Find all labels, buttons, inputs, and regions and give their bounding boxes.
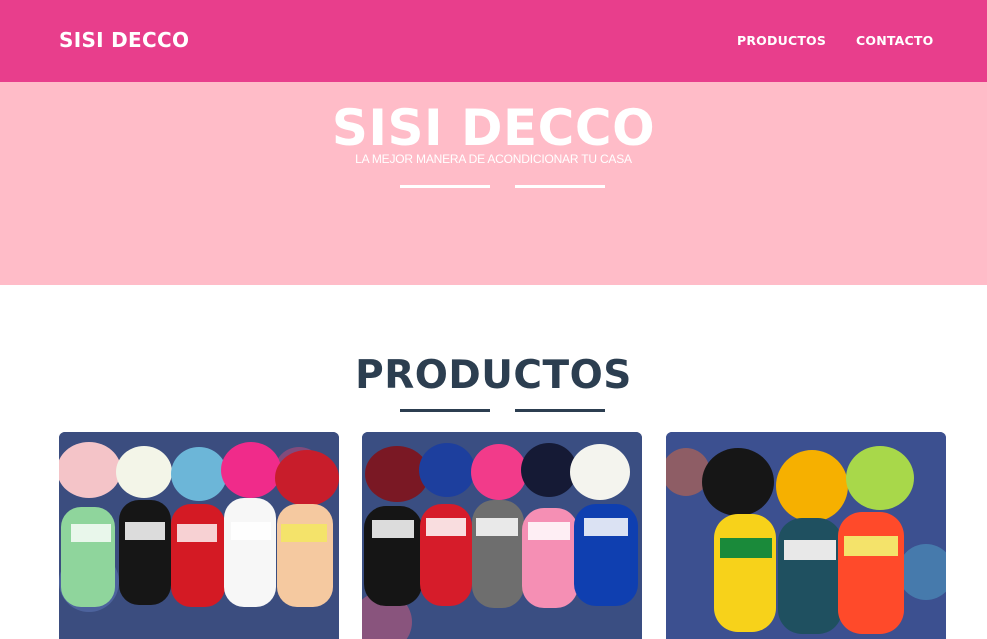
yarn-photo-1: [59, 432, 339, 639]
yarn-photo-2: [362, 432, 642, 639]
product-card-2[interactable]: [362, 432, 642, 639]
products-divider-right: [515, 409, 605, 412]
nav-link-contacto[interactable]: CONTACTO: [856, 33, 933, 48]
products-divider-left: [400, 409, 490, 412]
hero-banner: SISI DECCO LA MEJOR MANERA DE ACONDICION…: [0, 82, 987, 285]
product-card-3[interactable]: [666, 432, 946, 639]
hero-subtitle: LA MEJOR MANERA DE ACONDICIONAR TU CASA: [355, 152, 632, 166]
nav-link-productos[interactable]: PRODUCTOS: [737, 33, 826, 48]
navbar: SISI DECCO PRODUCTOS CONTACTO: [0, 0, 987, 82]
hero-divider-left: [400, 185, 490, 188]
products-heading: PRODUCTOS: [355, 353, 632, 398]
hero-title: SISI DECCO: [331, 99, 656, 157]
brand-logo[interactable]: SISI DECCO: [59, 28, 189, 52]
yarn-photo-3: [666, 432, 946, 639]
hero-divider-right: [515, 185, 605, 188]
product-card-1[interactable]: [59, 432, 339, 639]
